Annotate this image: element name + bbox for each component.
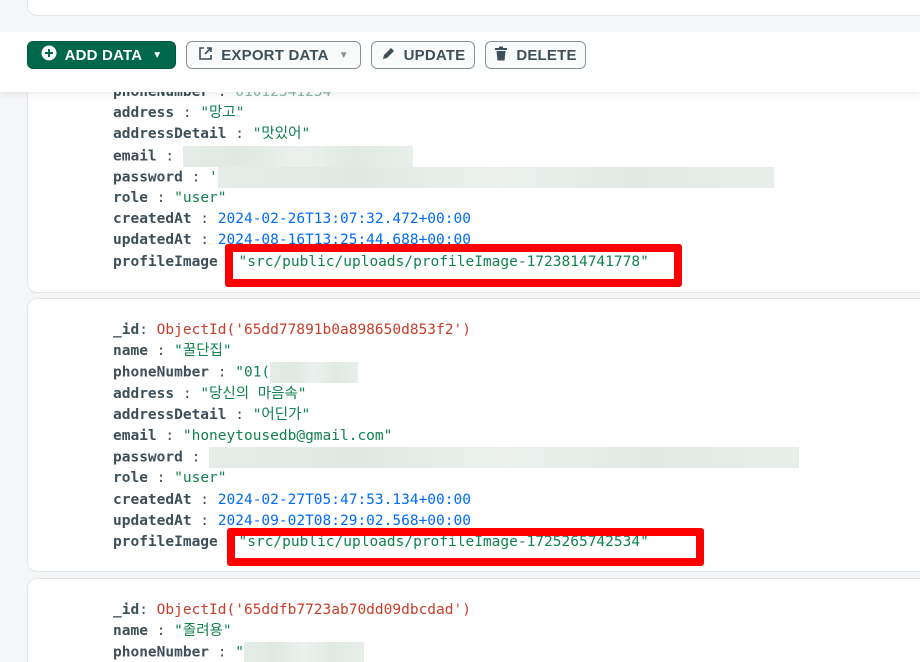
field-value: "당신의 마음속" [200, 385, 307, 402]
field-value: "졸려용" [174, 623, 232, 640]
field-key: email [113, 148, 157, 165]
field-value: ObjectId('65ddfb7723ab70dd09dbcdad') [156, 602, 471, 618]
document-fields-3: _id: ObjectId('65ddfb7723ab70dd09dbcdad'… [113, 600, 893, 662]
highlight-box [225, 244, 682, 287]
plus-circle-icon [41, 45, 57, 65]
field-phone-number: phoneNumber : " [113, 642, 893, 662]
export-data-label: EXPORT DATA [221, 46, 329, 64]
field-key: createdAt [113, 211, 192, 228]
field-key: role [113, 189, 148, 206]
update-label: UPDATE [403, 46, 466, 64]
field-key: createdAt [113, 491, 192, 508]
field-address: address : "망고" [113, 105, 245, 122]
field-key: _id [113, 602, 140, 618]
field-value: "망고" [200, 105, 245, 122]
field-value: 2024-02-26T13:07:32.472+00:00 [217, 211, 471, 228]
field-password: password : [113, 447, 893, 469]
delete-label: DELETE [516, 46, 577, 64]
toolbar: ADD DATA ▼ EXPORT DATA ▼ UPDATE DELETE [0, 32, 920, 92]
document-card-previous [27, 0, 920, 16]
field-key: address [113, 385, 175, 402]
field-key: name [113, 343, 148, 360]
field-password: password : ' [113, 166, 893, 188]
field-email: email : "honeytousedb@gmail.com" [113, 427, 393, 444]
field-value: "꿀단집" [174, 343, 232, 360]
highlight-box [227, 528, 704, 566]
add-data-label: ADD DATA [64, 46, 143, 64]
document-fields-2: _id: ObjectId('65dd77891b0a898650d853f2'… [113, 320, 893, 553]
caret-down-icon: ▼ [152, 49, 163, 61]
field-key: _id [113, 322, 140, 338]
field-value: " [235, 644, 244, 661]
field-value: 2024-02-27T05:47:53.134+00:00 [217, 491, 471, 508]
trash-icon [494, 46, 508, 65]
field-address: address : "당신의 마음속" [113, 385, 307, 402]
field-key: addressDetail [113, 406, 227, 423]
field-value: "어딘가" [252, 406, 311, 423]
field-key: password [113, 449, 183, 466]
field-key: phoneNumber [113, 364, 210, 381]
field-address-detail: addressDetail : "맛있어" [113, 126, 311, 143]
field-role: role : "user" [113, 470, 227, 487]
delete-button[interactable]: DELETE [485, 41, 586, 69]
field-id: _id: ObjectId('65ddfb7723ab70dd09dbcdad'… [113, 602, 471, 618]
field-value: "honeytousedb@gmail.com" [182, 427, 393, 444]
field-name: name : "졸려용" [113, 623, 232, 640]
field-created-at: createdAt : 2024-02-26T13:07:32.472+00:0… [113, 211, 471, 228]
export-icon [198, 46, 213, 65]
field-value: "user" [174, 470, 227, 487]
pencil-icon [381, 46, 396, 65]
update-button[interactable]: UPDATE [371, 41, 475, 69]
field-key: profileImage [113, 533, 218, 550]
field-value: "맛있어" [252, 126, 311, 143]
field-value: "user" [174, 189, 227, 206]
field-value: ObjectId('65dd77891b0a898650d853f2') [156, 322, 471, 338]
redacted-value [243, 642, 364, 662]
add-data-button[interactable]: ADD DATA ▼ [27, 41, 176, 69]
redacted-value [270, 362, 359, 384]
field-name: name : "꿀단집" [113, 343, 232, 360]
field-key: name [113, 623, 148, 640]
field-key: updatedAt [113, 512, 192, 529]
field-key: email [113, 427, 157, 444]
field-id: _id: ObjectId('65dd77891b0a898650d853f2'… [113, 322, 471, 338]
field-key: role [113, 470, 148, 487]
field-value: 2024-09-02T08:29:02.568+00:00 [217, 512, 471, 529]
field-role: role : "user" [113, 189, 227, 206]
field-key: password [113, 169, 183, 186]
export-data-button[interactable]: EXPORT DATA ▼ [186, 41, 361, 69]
field-key: address [113, 105, 175, 122]
redacted-value [217, 166, 774, 188]
field-address-detail: addressDetail : "어딘가" [113, 406, 311, 423]
field-phone-number: phoneNumber : "01( [113, 362, 893, 384]
redacted-value [182, 145, 413, 167]
field-created-at: createdAt : 2024-02-27T05:47:53.134+00:0… [113, 491, 471, 508]
field-key: addressDetail [113, 126, 227, 143]
field-key: profileImage [113, 253, 218, 270]
field-email: email : [113, 145, 893, 167]
field-key: phoneNumber [113, 644, 210, 661]
caret-down-icon: ▼ [338, 49, 349, 61]
field-value: "01( [235, 364, 271, 381]
redacted-value [209, 447, 800, 469]
field-key: updatedAt [113, 232, 192, 249]
